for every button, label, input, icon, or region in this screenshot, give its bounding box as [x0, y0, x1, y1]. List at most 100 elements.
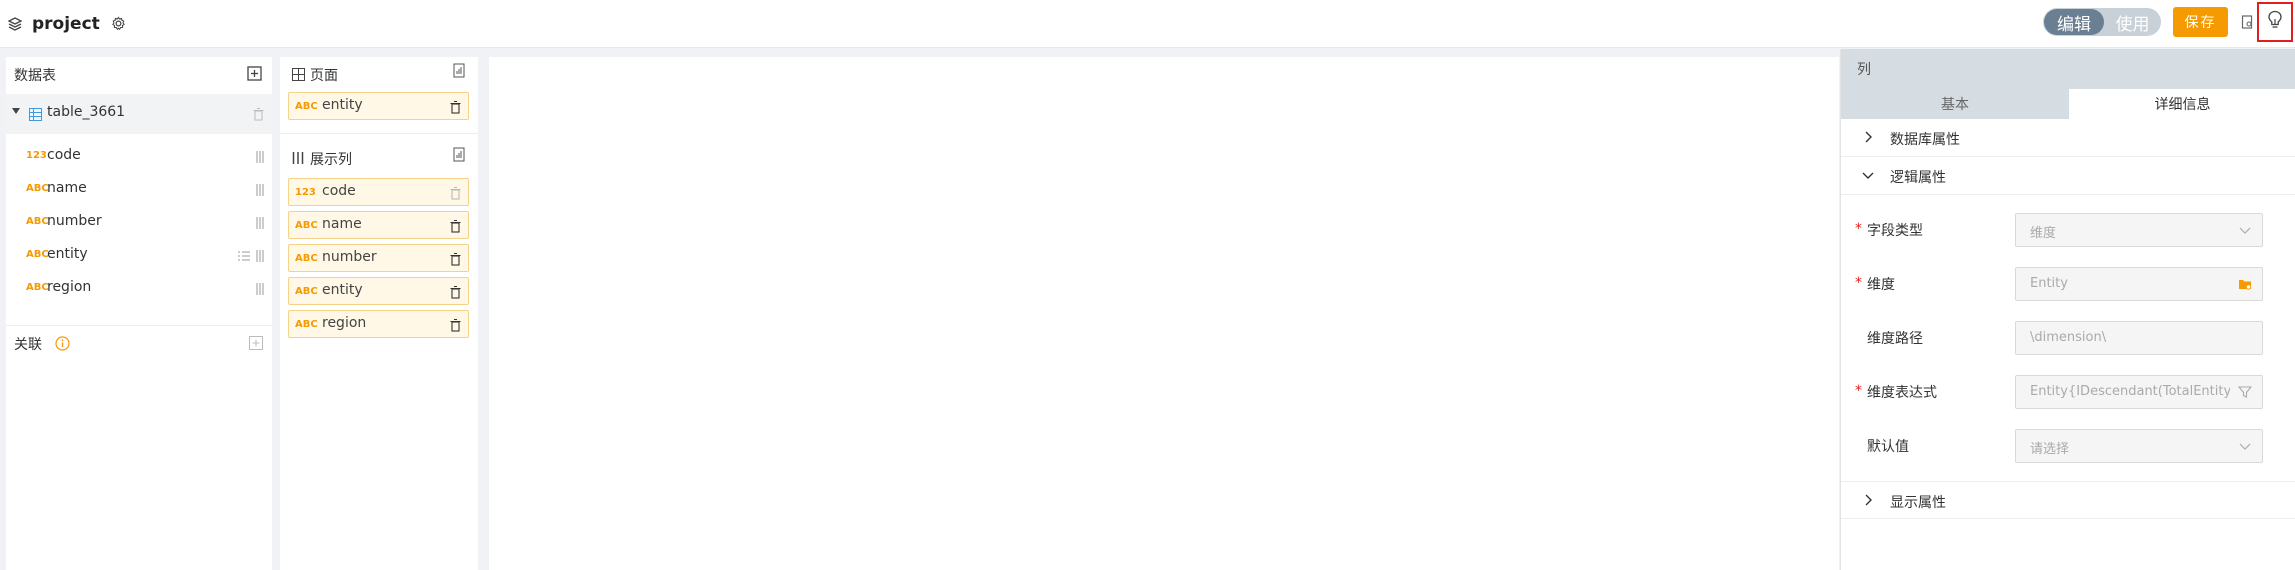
- field-type-badge: ABC: [26, 216, 49, 227]
- clear-columns-icon[interactable]: [452, 147, 468, 163]
- field-type-badge: 123: [295, 187, 316, 198]
- field-name: entity: [322, 97, 363, 113]
- page-field-chip[interactable]: ABC entity: [288, 92, 469, 120]
- lightbulb-icon: [2267, 10, 2283, 34]
- divider: [6, 325, 272, 326]
- chevron-down-icon: [2238, 223, 2252, 237]
- field-item[interactable]: ABC number: [6, 208, 272, 238]
- add-table-icon[interactable]: [246, 65, 262, 81]
- dimension-path-input[interactable]: \dimension\: [2015, 321, 2263, 355]
- prop-row-default-value: 默认值 请选择: [1841, 427, 2295, 465]
- list-icon[interactable]: [238, 250, 250, 262]
- field-name: region: [47, 279, 92, 295]
- trash-icon[interactable]: [447, 317, 463, 333]
- prop-row-dimension: * 维度 Entity: [1841, 265, 2295, 303]
- chevron-right-icon: [1862, 131, 1874, 143]
- folder-icon[interactable]: [2238, 277, 2252, 291]
- field-type-badge: ABC: [295, 220, 318, 231]
- info-icon[interactable]: [54, 335, 70, 351]
- table-name: table_3661: [47, 104, 126, 120]
- project-name: project: [32, 13, 100, 34]
- select-value: 请选择: [2030, 442, 2070, 457]
- field-name: number: [47, 213, 102, 229]
- column-field-chip[interactable]: 123 code: [288, 178, 469, 206]
- table-icon: [27, 106, 43, 122]
- lightbulb-button[interactable]: [2257, 2, 2293, 42]
- columns-section-title: 展示列: [310, 152, 352, 168]
- trash-icon[interactable]: [447, 99, 463, 115]
- prop-label: 维度路径: [1867, 331, 1923, 347]
- field-type-badge: ABC: [295, 286, 318, 297]
- drag-handle-icon[interactable]: [256, 217, 264, 229]
- input-value: \dimension\: [2030, 330, 2107, 345]
- drag-handle-icon[interactable]: [256, 283, 264, 295]
- trash-icon[interactable]: [250, 106, 266, 122]
- field-name: entity: [322, 282, 363, 298]
- field-type-badge: ABC: [295, 319, 318, 330]
- trash-icon[interactable]: [447, 218, 463, 234]
- prop-row-field-type: * 字段类型 维度: [1841, 211, 2295, 249]
- columns-icon: [290, 150, 306, 166]
- field-type-badge: 123: [26, 150, 47, 161]
- field-name: name: [322, 216, 362, 232]
- clear-page-icon[interactable]: [452, 63, 468, 79]
- chevron-down-icon: [2238, 439, 2252, 453]
- chevron-right-icon: [1862, 494, 1874, 506]
- trash-icon[interactable]: [447, 251, 463, 267]
- prop-label: 默认值: [1867, 439, 1909, 455]
- prop-row-dimension-path: 维度路径 \dimension\: [1841, 319, 2295, 357]
- input-value: Entity{IDescendant(TotalEntity: [2030, 384, 2230, 399]
- caret-down-icon[interactable]: [12, 108, 20, 114]
- top-bar: project: [0, 0, 2295, 48]
- add-relation-icon[interactable]: [248, 335, 264, 351]
- dimension-expression-input[interactable]: Entity{IDescendant(TotalEntity: [2015, 375, 2263, 409]
- filter-icon[interactable]: [2237, 385, 2253, 399]
- trash-icon[interactable]: [447, 185, 463, 201]
- dimension-input[interactable]: Entity: [2015, 267, 2263, 301]
- field-item[interactable]: ABC region: [6, 274, 272, 304]
- drag-handle-icon[interactable]: [256, 250, 264, 262]
- section-display[interactable]: 显示属性: [1841, 481, 2295, 519]
- drag-handle-icon[interactable]: [256, 151, 264, 163]
- divider: [280, 133, 478, 134]
- document-icon[interactable]: [2237, 12, 2257, 32]
- drag-handle-icon[interactable]: [256, 184, 264, 196]
- input-value: Entity: [2030, 276, 2068, 291]
- section-logic[interactable]: 逻辑属性: [1841, 157, 2295, 195]
- default-value-select[interactable]: 请选择: [2015, 429, 2263, 463]
- column-field-chip[interactable]: ABC number: [288, 244, 469, 272]
- properties-title: 列: [1857, 62, 1871, 78]
- save-button[interactable]: 保存: [2173, 7, 2228, 37]
- properties-panel: 列 基本 详细信息 数据库属性 逻辑属性 * 字段类型 维度 * 维度 Enti…: [1840, 49, 2295, 570]
- field-item[interactable]: ABC entity: [6, 241, 272, 271]
- edit-mode-button[interactable]: 编辑: [2044, 9, 2104, 35]
- column-field-chip[interactable]: ABC name: [288, 211, 469, 239]
- section-database[interactable]: 数据库属性: [1841, 119, 2295, 157]
- mode-toggle[interactable]: 编辑 使用: [2043, 8, 2161, 36]
- prop-label: 维度表达式: [1867, 385, 1937, 401]
- data-table-title: 数据表: [14, 68, 56, 84]
- field-name: entity: [47, 246, 88, 262]
- trash-icon[interactable]: [447, 284, 463, 300]
- field-item[interactable]: 123 code: [6, 142, 272, 172]
- field-name: name: [47, 180, 87, 196]
- tab-basic[interactable]: 基本: [1841, 89, 2069, 119]
- table-row[interactable]: table_3661: [6, 94, 272, 134]
- field-item[interactable]: ABC name: [6, 175, 272, 205]
- column-field-chip[interactable]: ABC region: [288, 310, 469, 338]
- section-label: 数据库属性: [1890, 132, 1960, 148]
- prop-label: 字段类型: [1867, 223, 1923, 239]
- layers-icon: [6, 15, 24, 33]
- layout-panel: 页面 ABC entity 展示列 123 code ABC name ABC …: [280, 57, 478, 570]
- column-field-chip[interactable]: ABC entity: [288, 277, 469, 305]
- field-name: code: [47, 147, 81, 163]
- grid-icon: [290, 66, 306, 82]
- field-name: number: [322, 249, 377, 265]
- field-type-select[interactable]: 维度: [2015, 213, 2263, 247]
- field-type-badge: ABC: [26, 282, 49, 293]
- preview-canvas[interactable]: [489, 57, 1839, 570]
- gear-icon[interactable]: [110, 15, 128, 33]
- page-section-title: 页面: [310, 68, 338, 84]
- use-mode-button[interactable]: 使用: [2104, 10, 2161, 35]
- tab-detail[interactable]: 详细信息: [2069, 89, 2295, 119]
